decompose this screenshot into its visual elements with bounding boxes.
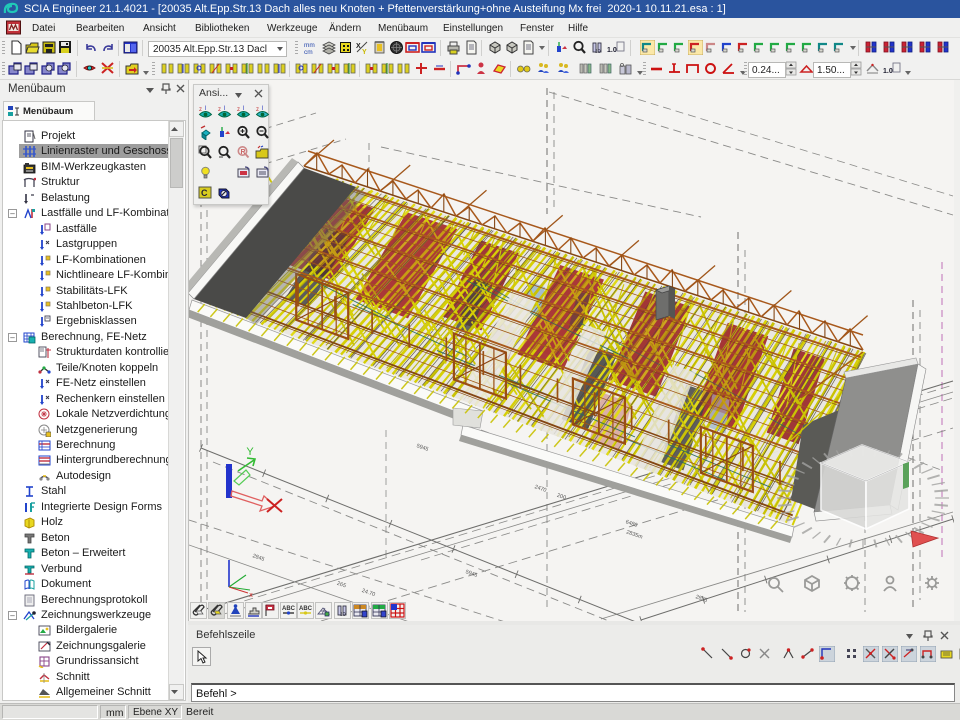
svg-text:24.70: 24.70: [361, 588, 376, 598]
svg-text:z: z: [218, 107, 221, 113]
svg-text:R: R: [241, 149, 246, 156]
svg-text:ABC: ABC: [282, 606, 296, 612]
svg-text:z: z: [199, 107, 202, 113]
svg-text:2845: 2845: [252, 553, 266, 563]
svg-text:10: 10: [340, 612, 346, 618]
svg-text:5945: 5945: [465, 569, 479, 579]
svg-text:265: 265: [336, 581, 347, 590]
svg-text:2470: 2470: [534, 484, 548, 494]
svg-text:mm: mm: [304, 42, 315, 49]
svg-text:Y: Y: [246, 446, 254, 458]
svg-text:cm: cm: [304, 49, 313, 55]
svg-text:10: 10: [595, 49, 601, 55]
svg-text:C: C: [201, 188, 208, 198]
svg-text:x: x: [249, 592, 253, 599]
svg-text:1.0: 1.0: [607, 47, 617, 54]
svg-text:Y: Y: [362, 49, 367, 55]
svg-text:200: 200: [556, 493, 567, 502]
svg-text:z: z: [256, 107, 259, 113]
svg-text:6480: 6480: [625, 519, 639, 529]
svg-text:5945: 5945: [416, 443, 430, 453]
svg-text:ABC: ABC: [299, 606, 313, 612]
svg-text:2835m: 2835m: [625, 529, 643, 540]
svg-text:z: z: [237, 107, 240, 113]
svg-text:1.0: 1.0: [883, 68, 893, 75]
